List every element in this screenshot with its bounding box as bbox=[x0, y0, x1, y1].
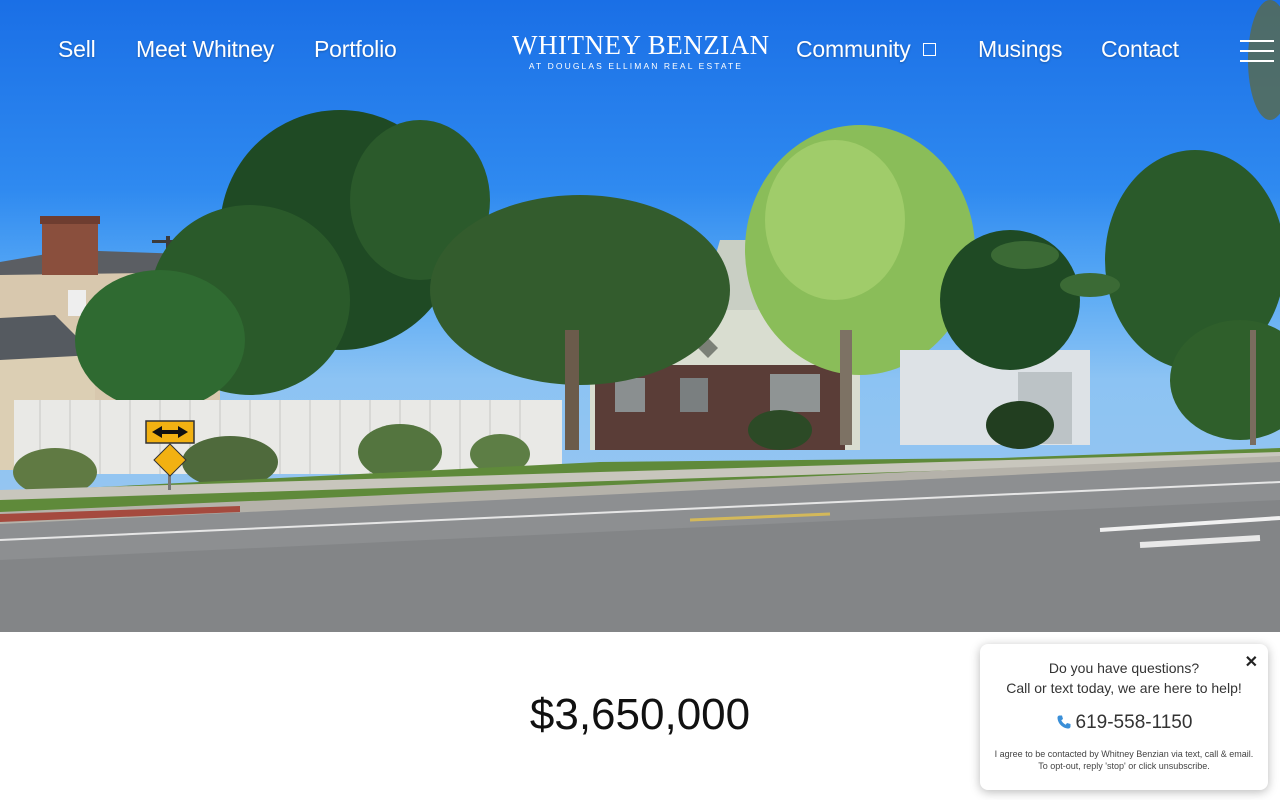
contact-popup: ✕ Do you have questions? Call or text to… bbox=[980, 644, 1268, 790]
logo-name: WHITNEY BENZIAN bbox=[512, 30, 770, 60]
house-photo bbox=[0, 0, 1280, 632]
site-logo[interactable]: WHITNEY BENZIAN AT DOUGLAS ELLIMAN REAL … bbox=[512, 30, 770, 72]
logo-tagline: AT DOUGLAS ELLIMAN REAL ESTATE bbox=[528, 61, 744, 71]
popup-phone-number: 619-558-1150 bbox=[1075, 712, 1193, 733]
popup-phone-link[interactable]: 619-558-1150 bbox=[980, 712, 1268, 734]
nav-contact[interactable]: Contact bbox=[1101, 36, 1179, 63]
nav-meet-whitney[interactable]: Meet Whitney bbox=[136, 36, 274, 63]
close-icon[interactable]: ✕ bbox=[1245, 652, 1258, 672]
popup-consent-text: I agree to be contacted by Whitney Benzi… bbox=[994, 749, 1254, 771]
nav-community[interactable]: Community bbox=[796, 36, 936, 63]
hamburger-menu-icon[interactable] bbox=[1240, 40, 1274, 64]
popup-cta: Call or text today, we are here to help! bbox=[1006, 680, 1242, 696]
popup-question: Do you have questions? bbox=[1048, 660, 1200, 676]
nav-community-label: Community bbox=[796, 36, 911, 62]
chevron-down-icon bbox=[922, 43, 936, 56]
hero-image: Sell Meet Whitney Portfolio WHITNEY BENZ… bbox=[0, 0, 1280, 632]
nav-portfolio[interactable]: Portfolio bbox=[314, 36, 397, 63]
phone-icon bbox=[1057, 715, 1071, 729]
listing-price: $3,650,000 bbox=[529, 690, 751, 739]
nav-sell[interactable]: Sell bbox=[58, 36, 96, 63]
nav-musings[interactable]: Musings bbox=[978, 36, 1062, 63]
